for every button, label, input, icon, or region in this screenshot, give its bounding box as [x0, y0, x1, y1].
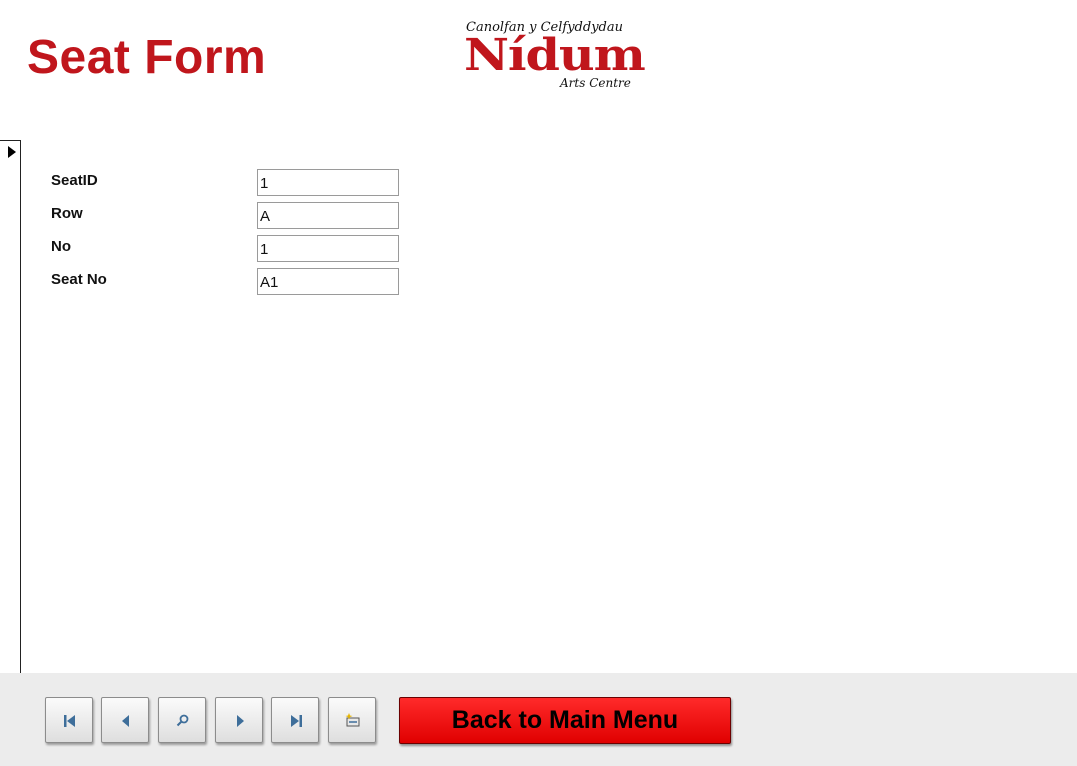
form-title: Seat Form — [27, 31, 267, 84]
row-label: Row — [51, 205, 83, 222]
new-record-button[interactable] — [328, 697, 376, 743]
row-field[interactable] — [257, 202, 399, 229]
no-field[interactable] — [257, 235, 399, 262]
next-record-button[interactable] — [215, 697, 263, 743]
no-label: No — [51, 238, 71, 255]
nidum-logo: Canolfan y Celfyddydau Nídum Arts Centre — [462, 18, 668, 96]
back-to-main-menu-button[interactable]: Back to Main Menu — [399, 697, 731, 744]
seat-no-field[interactable] — [257, 268, 399, 295]
find-record-icon — [176, 714, 189, 727]
find-record-button[interactable] — [158, 697, 206, 743]
new-record-icon — [345, 713, 360, 727]
last-record-icon — [291, 715, 302, 727]
record-selector[interactable] — [0, 140, 21, 673]
logo-name: Nídum — [464, 30, 646, 81]
last-record-button[interactable] — [271, 697, 319, 743]
next-record-icon — [237, 715, 244, 727]
current-record-arrow-icon — [8, 146, 16, 158]
seat-no-label: Seat No — [51, 271, 107, 288]
seatid-label: SeatID — [51, 172, 98, 189]
first-record-button[interactable] — [45, 697, 93, 743]
previous-record-icon — [122, 715, 129, 727]
seatid-field[interactable] — [257, 169, 399, 196]
first-record-icon — [64, 715, 75, 727]
logo-english-text: Arts Centre — [560, 76, 631, 90]
previous-record-button[interactable] — [101, 697, 149, 743]
